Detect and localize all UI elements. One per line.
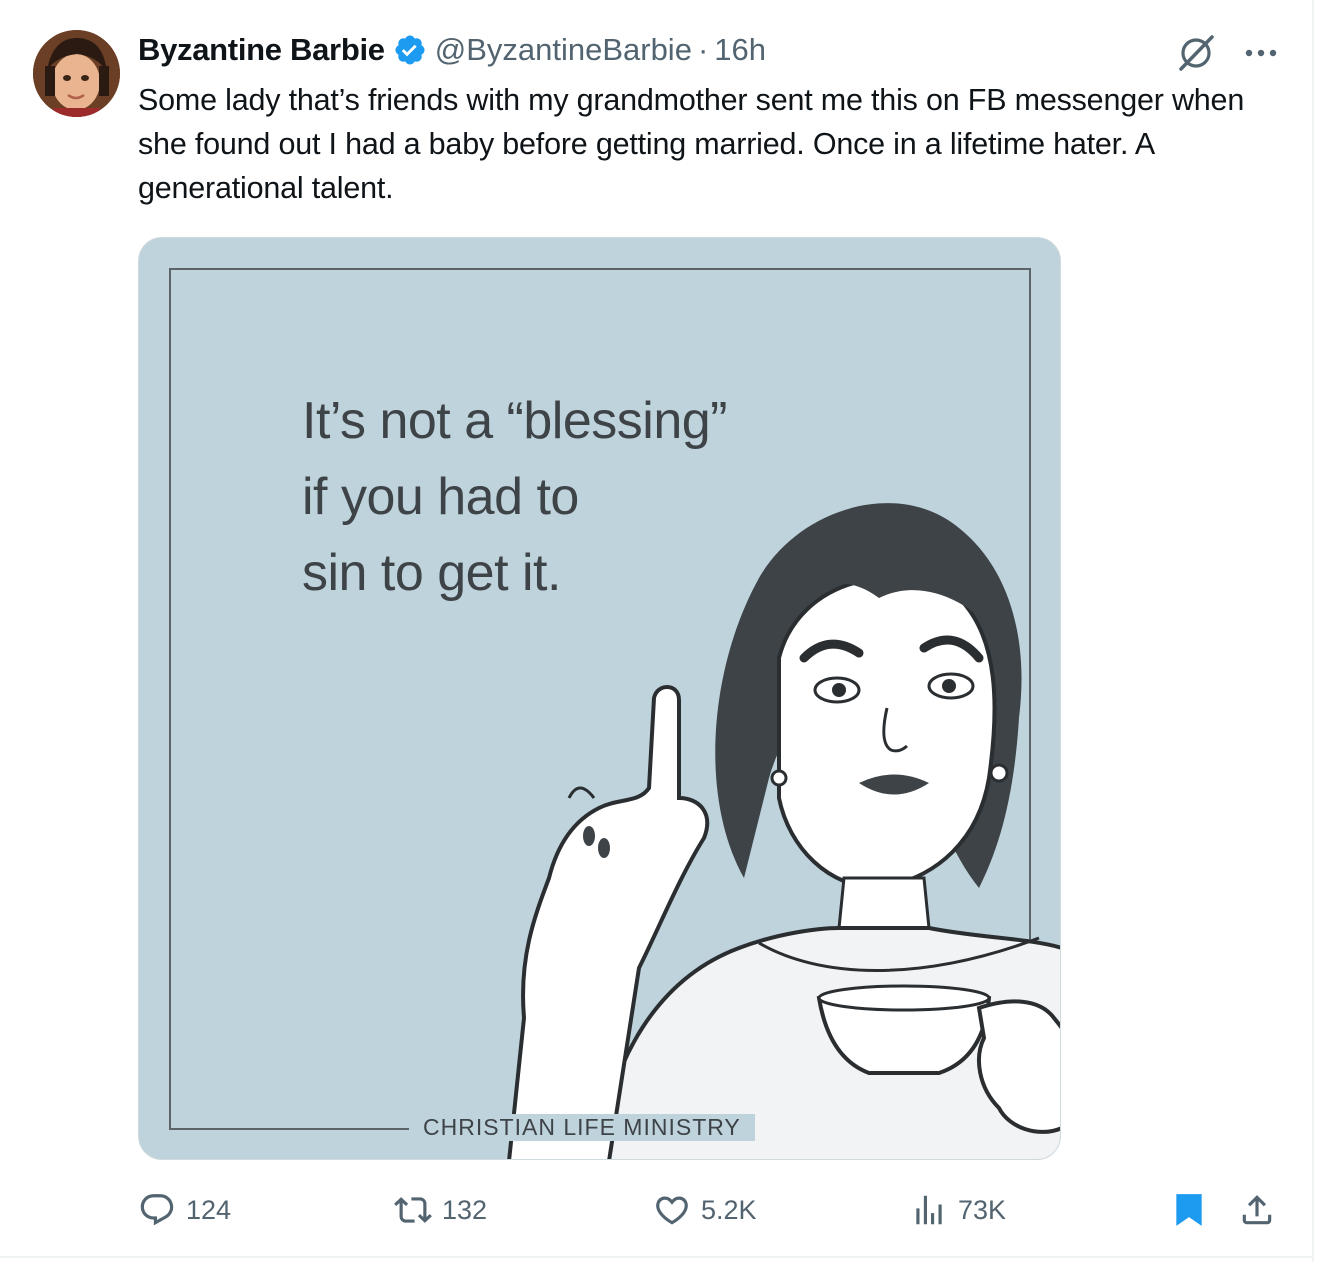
repost-count: 132 (442, 1194, 488, 1225)
views-count: 73K (958, 1194, 1007, 1225)
separator-dot: · (697, 32, 709, 67)
grok-icon[interactable] (1175, 32, 1217, 74)
reply-icon (140, 1194, 174, 1226)
share-icon (1242, 1195, 1272, 1225)
post-top-actions (1175, 32, 1279, 74)
ecard-brand: Christian Life Ministry (409, 1114, 755, 1141)
more-icon[interactable] (1243, 47, 1279, 59)
ecard-quote: It’s not a “blessing” if you had to sin … (302, 392, 727, 602)
post-image[interactable]: It’s not a “blessing” if you had to sin … (138, 237, 1061, 1160)
avatar[interactable] (33, 30, 120, 117)
post-action-bar: 124 132 5.2K 73K (138, 1188, 1278, 1232)
like-button[interactable]: 5.2K (653, 1188, 757, 1232)
share-button[interactable] (1238, 1188, 1276, 1232)
bookmark-icon (1176, 1194, 1202, 1226)
author-handle[interactable]: @ByzantineBarbie (435, 32, 692, 68)
reply-button[interactable]: 124 (138, 1188, 231, 1232)
author-name[interactable]: Byzantine Barbie (138, 32, 385, 68)
repost-icon (394, 1197, 432, 1223)
ecard-illustration (507, 503, 1060, 1159)
repost-button[interactable]: 132 (394, 1188, 487, 1232)
like-icon (656, 1196, 688, 1225)
bookmark-button[interactable] (1172, 1188, 1206, 1232)
post-divider (0, 1256, 1314, 1258)
views-icon (916, 1195, 942, 1225)
column-divider (1312, 0, 1314, 1262)
post-header: Byzantine Barbie @ByzantineBarbie · 16h (138, 30, 766, 70)
views-button[interactable]: 73K (910, 1188, 1006, 1232)
post-text: Some lady that’s friends with my grandmo… (138, 83, 1245, 205)
reply-count: 124 (186, 1194, 232, 1225)
like-count: 5.2K (701, 1194, 757, 1225)
post-time[interactable]: 16h (714, 32, 766, 68)
verified-badge-icon (393, 33, 427, 67)
